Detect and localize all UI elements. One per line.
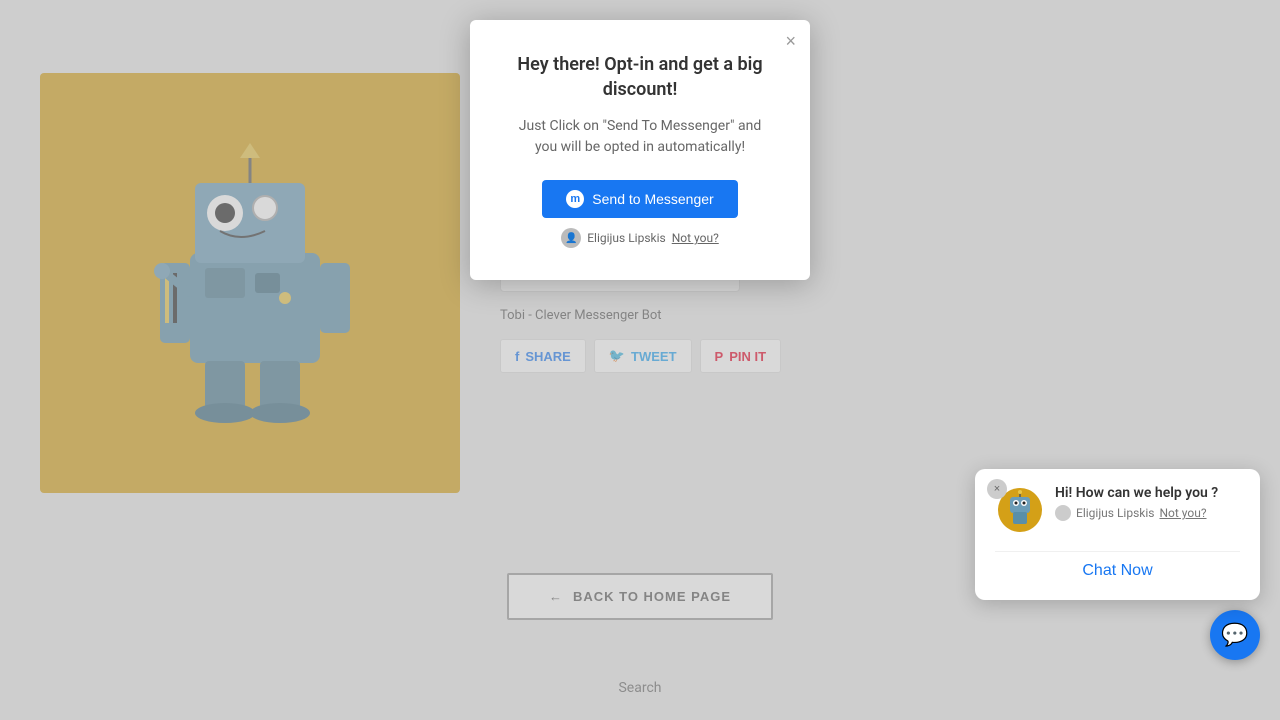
chat-user-avatar: [1055, 505, 1071, 521]
modal-user-row: 👤 Eligijus Lipskis Not you?: [510, 228, 770, 248]
modal-user-name: Eligijus Lipskis: [587, 231, 665, 245]
modal-subtitle: Just Click on "Send To Messenger" and yo…: [510, 116, 770, 158]
chat-greeting: Hi! How can we help you ?: [1055, 485, 1240, 501]
chat-popup-content: Hi! How can we help you ? Eligijus Lipsk…: [995, 485, 1240, 539]
messenger-icon: m: [566, 190, 584, 208]
chat-text-area: Hi! How can we help you ? Eligijus Lipsk…: [1055, 485, 1240, 521]
modal-not-you-link[interactable]: Not you?: [672, 231, 719, 245]
chat-popup-close-button[interactable]: ×: [987, 479, 1007, 499]
chat-not-you-link[interactable]: Not you?: [1159, 506, 1206, 520]
modal-send-messenger-button[interactable]: m Send to Messenger: [542, 180, 737, 218]
opt-in-modal: × Hey there! Opt-in and get a big discou…: [470, 20, 810, 280]
chat-user-name: Eligijus Lipskis: [1076, 506, 1154, 520]
chat-fab-button[interactable]: 💬: [1210, 610, 1260, 660]
modal-close-button[interactable]: ×: [785, 32, 796, 50]
chat-widget: × Hi! How can we help you ?: [975, 469, 1260, 660]
close-icon: ×: [994, 483, 1000, 495]
modal-user-avatar: 👤: [561, 228, 581, 248]
modal-send-label: Send to Messenger: [592, 191, 713, 207]
messenger-fab-icon: 💬: [1221, 623, 1248, 648]
modal-title: Hey there! Opt-in and get a big discount…: [510, 52, 770, 102]
chat-now-button[interactable]: Chat Now: [995, 551, 1240, 584]
chat-user-info: Eligijus Lipskis Not you?: [1055, 505, 1240, 521]
chat-popup: × Hi! How can we help you ?: [975, 469, 1260, 600]
